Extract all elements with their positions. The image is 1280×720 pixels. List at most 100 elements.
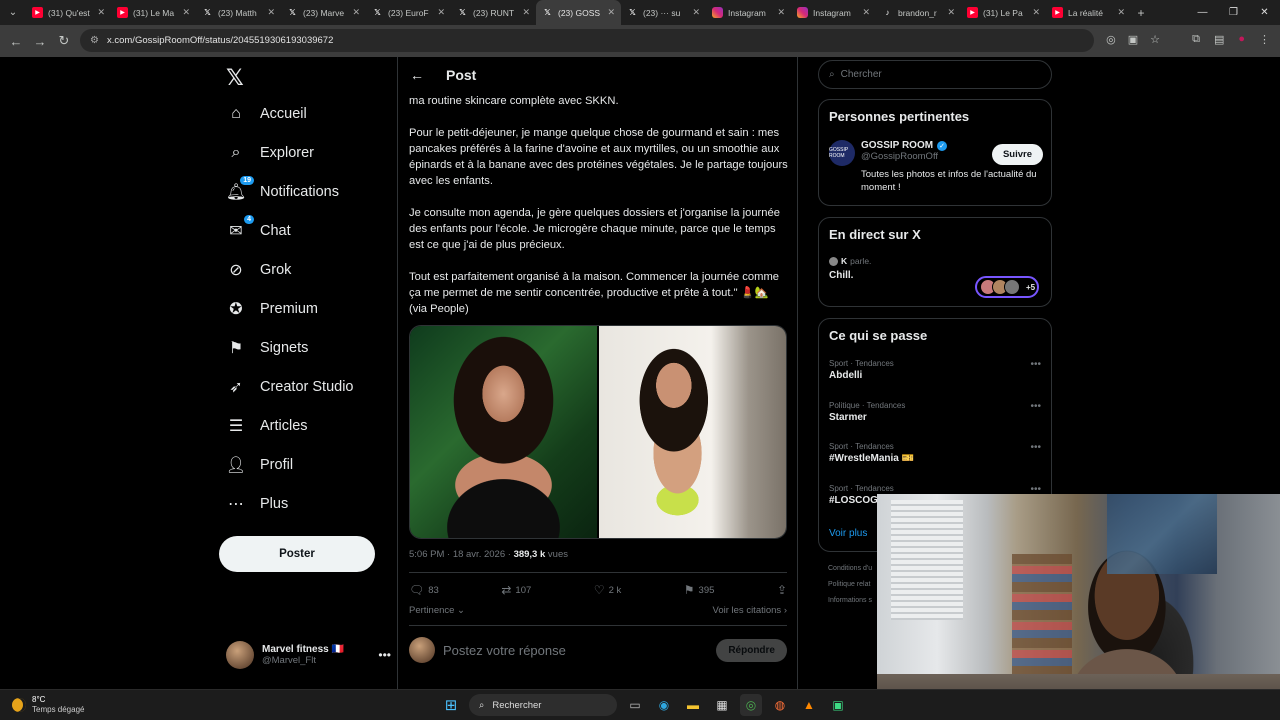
close-tab-icon[interactable]: ✕ <box>607 7 615 18</box>
close-tab-icon[interactable]: ✕ <box>947 7 955 18</box>
trend-item[interactable]: Politique · Tendances Starmer ••• <box>829 401 1043 423</box>
footer-link[interactable]: Politique relat <box>828 581 870 588</box>
sort-dropdown[interactable]: Pertinence ⌄ <box>409 605 465 616</box>
browser-tab[interactable]: ♪ brandon_r ✕ <box>876 0 961 25</box>
like-action[interactable]: ♡ 2 k <box>594 583 621 597</box>
nav-label: Premium <box>260 301 319 317</box>
nav-item-plus[interactable]: ⋯ Plus <box>226 489 288 519</box>
app-icon[interactable]: ▣ <box>827 694 849 716</box>
browser-tab[interactable]: 𝕏 (23) Matth ✕ <box>196 0 281 25</box>
reload-button[interactable]: ↻ <box>52 33 76 49</box>
sidebar-icon[interactable]: ▤ <box>1214 33 1224 46</box>
bookmark-star-icon[interactable]: ☆ <box>1150 33 1160 46</box>
more-dots-icon[interactable]: ••• <box>1030 484 1041 495</box>
post-media[interactable] <box>409 325 787 539</box>
close-tab-icon[interactable]: ✕ <box>777 7 785 18</box>
hide-icon[interactable]: ◎ <box>1106 33 1116 46</box>
space-listeners[interactable]: +5 <box>975 276 1039 298</box>
share-action[interactable]: ⇪ <box>777 583 787 597</box>
maximize-button[interactable]: ❐ <box>1218 0 1249 25</box>
close-tab-icon[interactable]: ✕ <box>437 7 445 18</box>
firefox-icon[interactable]: ◍ <box>769 694 791 716</box>
close-tab-icon[interactable]: ✕ <box>1032 7 1040 18</box>
extensions-icon[interactable]: ⧉ <box>1192 33 1200 46</box>
forward-button[interactable]: → <box>28 34 52 49</box>
nav-item-articles[interactable]: ☰ Articles <box>226 411 308 441</box>
back-arrow-icon[interactable]: ← <box>410 67 424 83</box>
close-tab-icon[interactable]: ✕ <box>862 7 870 18</box>
nav-item-signets[interactable]: ⚑ Signets <box>226 333 309 363</box>
trend-item[interactable]: Sport · Tendances Abdelli ••• <box>829 359 1043 381</box>
more-dots-icon[interactable]: ••• <box>1030 442 1041 453</box>
browser-tab[interactable]: Instagram ✕ <box>706 0 791 25</box>
weather-widget[interactable]: 8°C Temps dégagé <box>12 695 84 715</box>
nav-item-accueil[interactable]: ⌂ Accueil <box>226 99 307 129</box>
browser-tab[interactable]: 𝕏 (23) EuroF ✕ <box>366 0 451 25</box>
reply-button[interactable]: Répondre <box>716 638 787 662</box>
post-button[interactable]: Poster <box>219 536 375 572</box>
close-tab-icon[interactable]: ✕ <box>1117 7 1125 18</box>
post-photo-1[interactable] <box>410 326 597 538</box>
more-dots-icon[interactable]: ••• <box>378 648 391 662</box>
trend-item[interactable]: Sport · Tendances #WrestleMania 🎫 ••• <box>829 442 1043 464</box>
more-dots-icon[interactable]: ••• <box>1030 401 1041 412</box>
footer-link[interactable]: Conditions d'u <box>828 565 872 572</box>
close-tab-icon[interactable]: ✕ <box>522 7 530 18</box>
taskbar-search[interactable]: ⌕ Rechercher <box>469 694 617 716</box>
vlc-icon[interactable]: ▲ <box>798 694 820 716</box>
browser-menu-icon[interactable]: ⋮ <box>1259 33 1270 46</box>
x-logo-icon[interactable]: 𝕏 <box>226 65 244 91</box>
follow-button[interactable]: Suivre <box>991 144 1043 165</box>
install-icon[interactable]: ▣ <box>1128 33 1138 46</box>
address-bar[interactable]: ⚙ x.com/GossipRoomOff/status/20455193061… <box>80 29 1094 52</box>
nav-item-chat[interactable]: ✉ 4 Chat <box>226 215 291 246</box>
store-icon[interactable]: ▦ <box>711 694 733 716</box>
nav-item-creator-studio[interactable]: ➶ Creator Studio <box>226 372 353 402</box>
close-tab-icon[interactable]: ✕ <box>97 7 105 18</box>
browser-tab[interactable]: 𝕏 (23) RUNT ✕ <box>451 0 536 25</box>
profile-icon-browser[interactable]: ● <box>1238 33 1245 46</box>
account-switcher[interactable]: Marvel fitness 🇫🇷 @Marvel_Flt ••• <box>226 641 391 669</box>
minimize-button[interactable]: — <box>1187 0 1218 25</box>
edge-icon[interactable]: ◉ <box>653 694 675 716</box>
windows-start-icon[interactable]: ⊞ <box>440 694 462 716</box>
nav-item-notifications[interactable]: 🔔︎ 19 Notifications <box>226 176 339 207</box>
bookmark-action[interactable]: ⚑ 395 <box>684 583 715 597</box>
tab-search-button[interactable]: ⌄ <box>0 0 26 25</box>
browser-tab[interactable]: 𝕏 (23) Marve ✕ <box>281 0 366 25</box>
nav-item-grok[interactable]: ⊘ Grok <box>226 255 291 285</box>
browser-tab[interactable]: ▶ (31) Qu'est ✕ <box>26 0 111 25</box>
browser-tab[interactable]: Instagram ✕ <box>791 0 876 25</box>
close-tab-icon[interactable]: ✕ <box>692 7 700 18</box>
task-view-icon[interactable]: ▭ <box>624 694 646 716</box>
browser-tab[interactable]: ▶ La réalité ✕ <box>1046 0 1131 25</box>
nav-item-explorer[interactable]: ⌕ Explorer <box>226 138 314 168</box>
file-explorer-icon[interactable]: ▬ <box>682 694 704 716</box>
chrome-icon[interactable]: ◎ <box>740 694 762 716</box>
repost-action[interactable]: ⇄ 107 <box>501 583 531 597</box>
browser-tab[interactable]: 𝕏 (23) GOSS ✕ <box>536 0 621 25</box>
see-more-link[interactable]: Voir plus <box>829 528 867 539</box>
nav-item-premium[interactable]: ✪ Premium <box>226 294 318 324</box>
close-window-button[interactable]: ✕ <box>1249 0 1280 25</box>
repost-count: 107 <box>515 584 532 596</box>
browser-tab[interactable]: 𝕏 (23) ··· su ✕ <box>621 0 706 25</box>
more-dots-icon[interactable]: ••• <box>1030 359 1041 370</box>
view-quotes-link[interactable]: Voir les citations › <box>713 605 787 616</box>
nav-item-profil[interactable]: 👤︎ Profil <box>226 450 293 480</box>
search-input[interactable]: ⌕ Chercher <box>818 60 1052 89</box>
post-timestamp[interactable]: 5:06 PM · 18 avr. 2026 · <box>409 549 514 560</box>
browser-tab[interactable]: ▶ (31) Le Ma ✕ <box>111 0 196 25</box>
back-button[interactable]: ← <box>4 34 28 49</box>
site-info-icon[interactable]: ⚙ <box>90 35 99 46</box>
reply-action[interactable]: 🗨 83 <box>409 583 439 597</box>
post-photo-2[interactable] <box>599 326 786 538</box>
reply-input[interactable]: Postez votre réponse <box>443 643 708 658</box>
close-tab-icon[interactable]: ✕ <box>352 7 360 18</box>
relevant-person[interactable]: GOSSIP ROOM GOSSIP ROOM ✓ @GossipRoomOff … <box>829 140 1043 194</box>
footer-link[interactable]: Informations s <box>828 597 872 604</box>
browser-tab[interactable]: ▶ (31) Le Pa ✕ <box>961 0 1046 25</box>
close-tab-icon[interactable]: ✕ <box>267 7 275 18</box>
close-tab-icon[interactable]: ✕ <box>182 7 190 18</box>
new-tab-button[interactable]: + <box>1131 6 1151 20</box>
